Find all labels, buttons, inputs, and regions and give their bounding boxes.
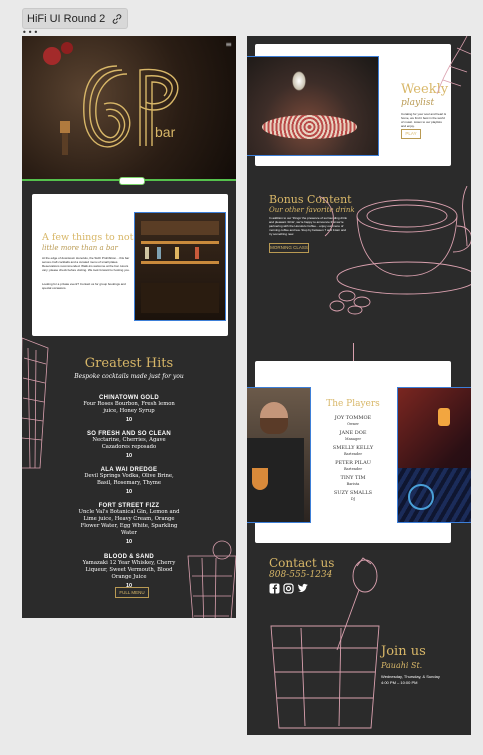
menu-item-desc: Uncle Val's Botanical Gin, Lemon and Lim… (78, 509, 180, 536)
note-title: A few things to note (42, 232, 140, 243)
greatest-hits-title: Greatest Hits (84, 356, 174, 371)
full-menu-button[interactable]: FULL MENU (115, 587, 149, 598)
branch-sketch (436, 36, 471, 95)
menu-item-price: 10 (125, 489, 133, 495)
play-button[interactable]: PLAY (401, 129, 421, 139)
bar-counter-image (247, 56, 379, 156)
menu-item: FORT STREET FIZZ Uncle Val's Botanical G… (22, 503, 236, 545)
join-days: Wednesday, Thursday, & Sunday (381, 674, 440, 679)
link-icon[interactable] (111, 13, 123, 25)
menu-item: CHINATOWN GOLD Four Roses Bourbon, Fresh… (22, 395, 236, 423)
menu-item-desc: Yamazaki 12 Year Whiskey, Cherry Liqueur… (82, 560, 176, 580)
menu-item-desc: Devil Springs Vodka, Olive Brine, Basil,… (84, 473, 174, 486)
greatest-hits-subtitle: Bespoke cocktails made just for you (74, 373, 184, 380)
menu-item-price: 10 (125, 539, 133, 545)
bar-shelf-image (134, 212, 226, 321)
menu-item-price: 10 (125, 417, 133, 423)
resize-handle[interactable] (119, 177, 145, 185)
bar-logo (43, 42, 179, 155)
hero-image: bar ≡ (22, 36, 236, 180)
menu-item-price: 10 (125, 453, 133, 459)
coffee-cup-sketch (318, 186, 471, 315)
weekly-body: Curating for your soul and heart & home,… (401, 112, 447, 128)
frame-name-tag[interactable]: HiFi UI Round 2 (22, 8, 129, 29)
join-hours: 4:00 PM – 10:00 PM (381, 680, 418, 685)
hamburger-icon[interactable]: ≡ (225, 40, 232, 49)
note-subtitle: little more than a bar (42, 244, 118, 252)
menu-item-desc: Four Roses Bourbon, Fresh lemon juice, H… (83, 401, 175, 414)
join-title: Join us (381, 644, 426, 659)
note-body-2: Looking for a private event? Contact us … (42, 282, 126, 290)
weekly-subtitle: playlist (401, 98, 435, 108)
join-place: Pauahi St. (381, 661, 423, 670)
cocktail-glass-sketch (270, 557, 380, 729)
frame-name[interactable]: HiFi UI Round 2 (27, 13, 105, 25)
logo-bar-word: bar (155, 124, 176, 140)
bartender-photo (247, 387, 311, 523)
note-card: A few things to note little more than a … (32, 194, 228, 336)
menu-item-desc: Nectarine, Cherries, Agave Cazadores rep… (92, 437, 166, 450)
menu-item: BLOOD & SAND Yamazaki 12 Year Whiskey, C… (22, 554, 236, 589)
menu-item: SO FRESH AND SO CLEAN Nectarine, Cherrie… (22, 431, 236, 459)
dj-photo (397, 387, 471, 523)
menu-item: ALA WAI DREDGE Devil Springs Vodka, Oliv… (22, 467, 236, 495)
morning-class-button[interactable]: MORNING CLASS (269, 243, 309, 253)
artboard-right: Weekly playlist Curating for your soul a… (247, 36, 471, 735)
note-body: At the edge of downtown Honolulu, the Si… (42, 256, 130, 272)
artboard-left: bar ≡ A few things to note little more t… (22, 36, 236, 618)
